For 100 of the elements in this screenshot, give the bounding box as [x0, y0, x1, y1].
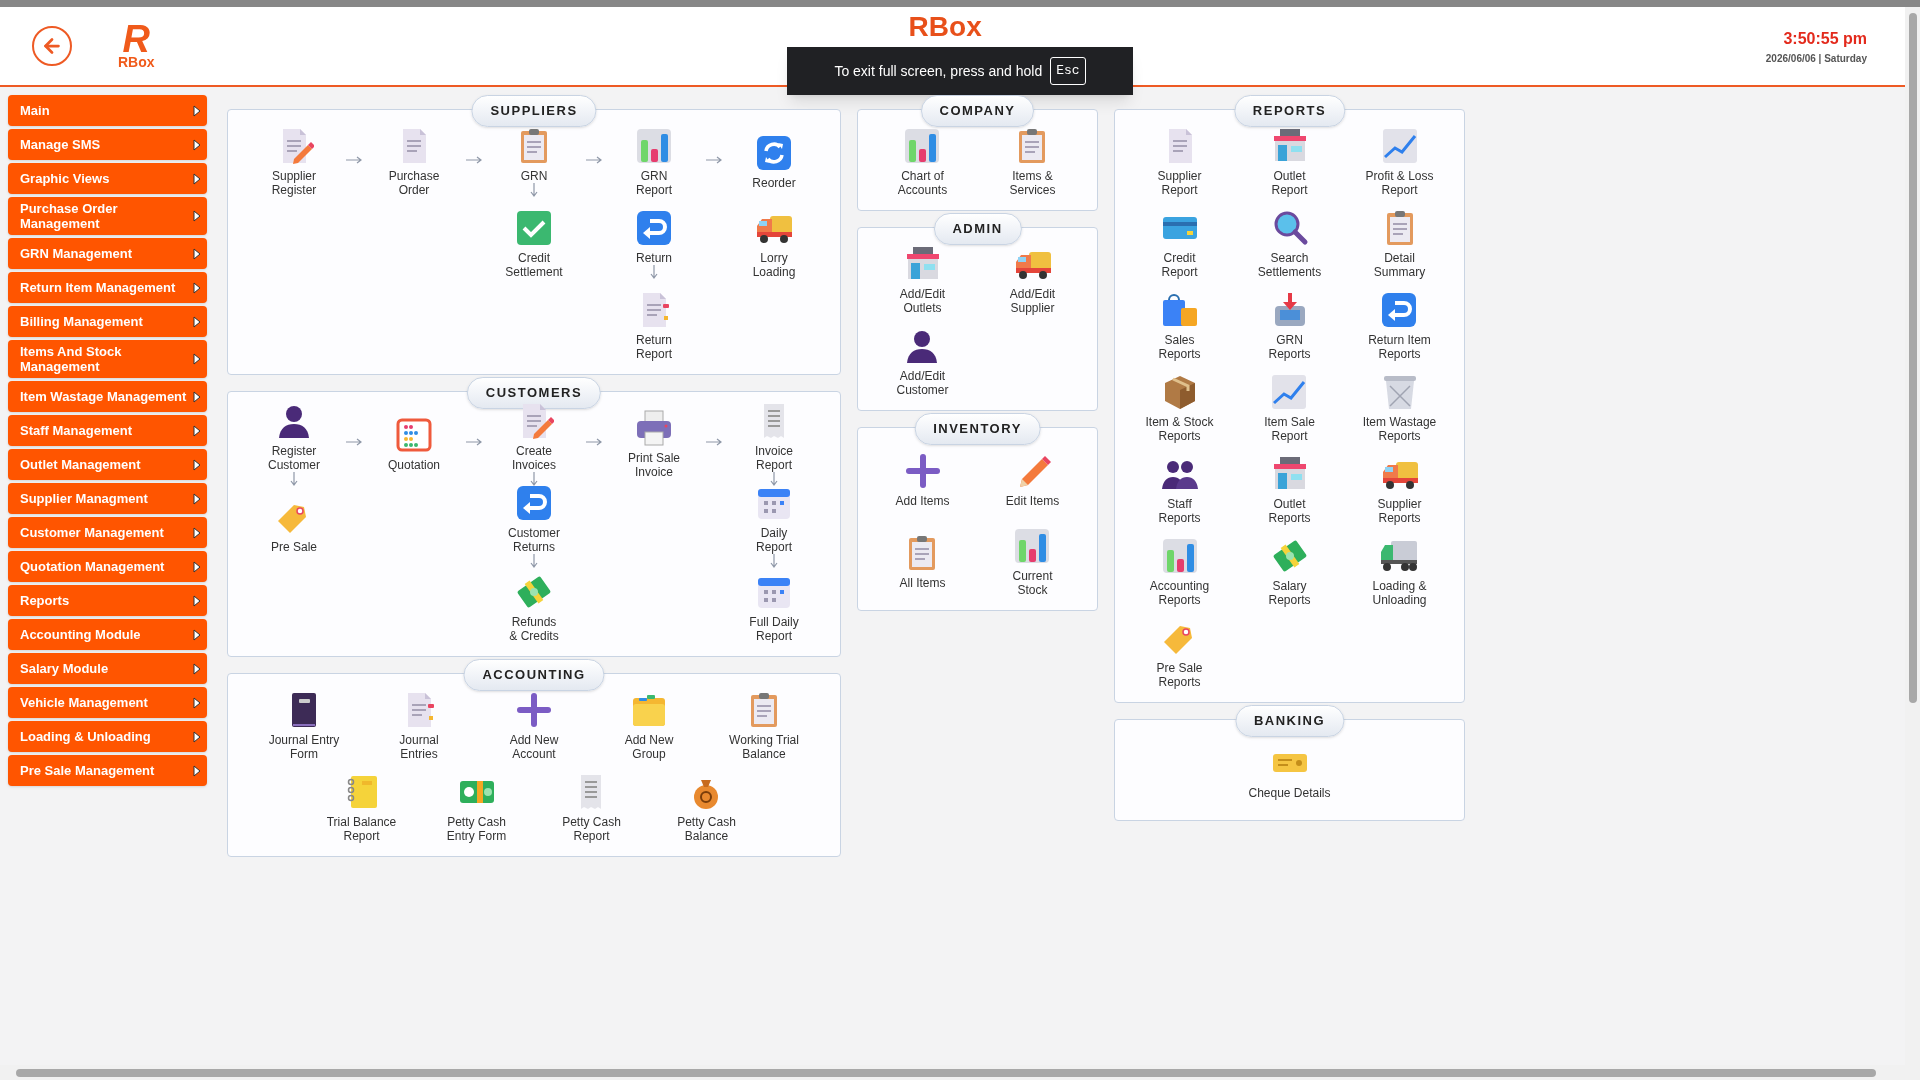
shortcut-tile[interactable]: Add/Edit Supplier — [1009, 243, 1056, 315]
shortcut-tile[interactable]: Outlet Report — [1269, 125, 1310, 197]
caret-icon — [193, 390, 201, 403]
shortcut-tile[interactable]: Salary Reports — [1268, 535, 1311, 607]
down-arrow-icon — [650, 264, 658, 279]
shortcut-tile[interactable]: Credit Report — [1159, 207, 1200, 279]
shortcut-tile[interactable]: Reorder — [752, 132, 796, 190]
shortcut-tile[interactable]: Sales Reports — [1158, 289, 1201, 361]
shortcut-tile[interactable]: Return Item Reports — [1368, 289, 1431, 361]
shortcut-tile[interactable]: GRN Reports — [1268, 289, 1311, 361]
down-arrow-icon — [530, 471, 538, 486]
shortcut-tile[interactable]: Current Stock — [1012, 525, 1053, 597]
shortcut-tile[interactable]: Lorry Loading — [752, 207, 796, 279]
shortcut-tile[interactable]: Item Wastage Reports — [1362, 371, 1437, 443]
page-title: RBox — [908, 11, 982, 43]
shortcut-tile[interactable]: Item & Stock Reports — [1145, 371, 1214, 443]
section-title: ADMIN — [933, 213, 1022, 245]
clock-time: 3:50:55 pm — [1783, 28, 1867, 49]
shortcut-tile[interactable]: Full Daily Report — [749, 571, 799, 643]
shortcut-tile[interactable]: Credit Settlement — [505, 207, 563, 279]
caret-icon — [193, 458, 201, 471]
right-arrow-icon — [586, 438, 602, 446]
caret-icon — [193, 138, 201, 151]
shortcut-tile[interactable]: Accounting Reports — [1149, 535, 1210, 607]
shortcut-tile[interactable]: Register Customer — [268, 400, 320, 486]
section-title: SUPPLIERS — [471, 95, 597, 127]
right-arrow-icon — [466, 438, 482, 446]
shortcut-tile[interactable]: Quotation — [387, 414, 440, 472]
section-title: CUSTOMERS — [466, 377, 602, 409]
shortcut-tile[interactable]: Outlet Reports — [1268, 453, 1311, 525]
shortcut-tile[interactable]: Add/Edit Outlets — [899, 243, 946, 315]
shortcut-tile[interactable]: GRN — [514, 125, 554, 197]
back-button[interactable] — [32, 26, 72, 66]
shortcut-tile[interactable]: Purchase Order — [388, 125, 440, 197]
caret-icon — [193, 247, 201, 260]
right-arrow-icon — [706, 438, 722, 446]
shortcut-tile[interactable]: Petty Cash Report — [562, 771, 621, 843]
key-cap: Esc — [1050, 57, 1086, 85]
shortcut-tile[interactable]: Supplier Report — [1157, 125, 1202, 197]
shortcut-tile[interactable]: Search Settlements — [1257, 207, 1322, 279]
shortcut-tile[interactable]: Edit Items — [1005, 450, 1060, 508]
caret-icon — [193, 172, 201, 185]
notice-text: To exit full screen, press and hold — [834, 61, 1043, 81]
right-arrow-icon — [346, 438, 362, 446]
shortcut-tile[interactable]: Items & Services — [1009, 125, 1056, 197]
caret-icon — [193, 662, 201, 675]
caret-icon — [193, 560, 201, 573]
down-arrow-icon — [770, 553, 778, 568]
logo-name: RBox — [118, 55, 155, 69]
caret-icon — [193, 730, 201, 743]
section-title: INVENTORY — [914, 413, 1041, 445]
right-arrow-icon — [466, 156, 482, 164]
shortcut-tile[interactable]: Add/Edit Customer — [896, 325, 949, 397]
shortcut-tile[interactable]: Add New Group — [624, 689, 674, 761]
shortcut-tile[interactable]: Refunds & Credits — [509, 571, 559, 643]
shortcut-tile[interactable]: GRN Report — [634, 125, 674, 197]
shortcut-tile[interactable]: Journal Entries — [399, 689, 439, 761]
section-title: REPORTS — [1233, 95, 1346, 127]
caret-icon — [193, 424, 201, 437]
caret-icon — [193, 696, 201, 709]
caret-icon — [193, 492, 201, 505]
shortcut-tile[interactable]: Journal Entry Form — [268, 689, 340, 761]
down-arrow-icon — [530, 553, 538, 568]
printer-icon — [634, 407, 674, 448]
caret-icon — [193, 526, 201, 539]
shortcut-tile[interactable]: Trial Balance Report — [326, 771, 397, 843]
shortcut-tile[interactable]: Return Report — [634, 289, 674, 361]
shortcut-tile[interactable]: Chart of Accounts — [897, 125, 948, 197]
shortcut-tile[interactable]: All Items — [899, 532, 946, 590]
shortcut-tile[interactable]: Item Sale Report — [1264, 371, 1315, 443]
caret-icon — [193, 104, 201, 117]
caret-icon — [193, 594, 201, 607]
shortcut-tile[interactable]: Supplier Register — [271, 125, 317, 197]
logo-mark: R — [122, 23, 150, 55]
shortcut-tile[interactable]: Print Sale Invoice — [628, 407, 680, 479]
caret-icon — [193, 281, 201, 294]
right-arrow-icon — [706, 156, 722, 164]
section-title: COMPANY — [920, 95, 1035, 127]
shortcut-tile[interactable]: Working Trial Balance — [729, 689, 799, 761]
down-arrow-icon — [290, 471, 298, 486]
shortcut-tile[interactable]: Add Items — [895, 450, 950, 508]
shortcut-tile[interactable]: Return — [634, 207, 674, 279]
shortcut-tile[interactable]: Loading & Unloading — [1372, 535, 1427, 607]
down-arrow-icon — [530, 182, 538, 197]
right-arrow-icon — [586, 156, 602, 164]
shortcut-tile[interactable]: Profit & Loss Report — [1365, 125, 1434, 197]
shortcut-tile[interactable]: Detail Summary — [1373, 207, 1426, 279]
shortcut-tile[interactable]: Add New Account — [509, 689, 559, 761]
section-title: BANKING — [1234, 705, 1345, 737]
shortcut-tile[interactable]: Cheque Details — [1248, 742, 1331, 800]
shortcut-tile[interactable]: Supplier Reports — [1377, 453, 1422, 525]
down-arrow-icon — [770, 471, 778, 486]
shortcut-tile[interactable]: Pre Sale — [271, 496, 317, 554]
shortcut-tile[interactable]: Petty Cash Entry Form — [446, 771, 507, 843]
caret-icon — [193, 353, 201, 365]
shortcut-tile[interactable]: Pre Sale Reports — [1156, 617, 1203, 689]
caret-icon — [193, 628, 201, 641]
shortcut-tile[interactable]: Petty Cash Balance — [677, 771, 736, 843]
shortcut-tile[interactable]: Staff Reports — [1158, 453, 1201, 525]
section-title: ACCOUNTING — [463, 659, 605, 691]
